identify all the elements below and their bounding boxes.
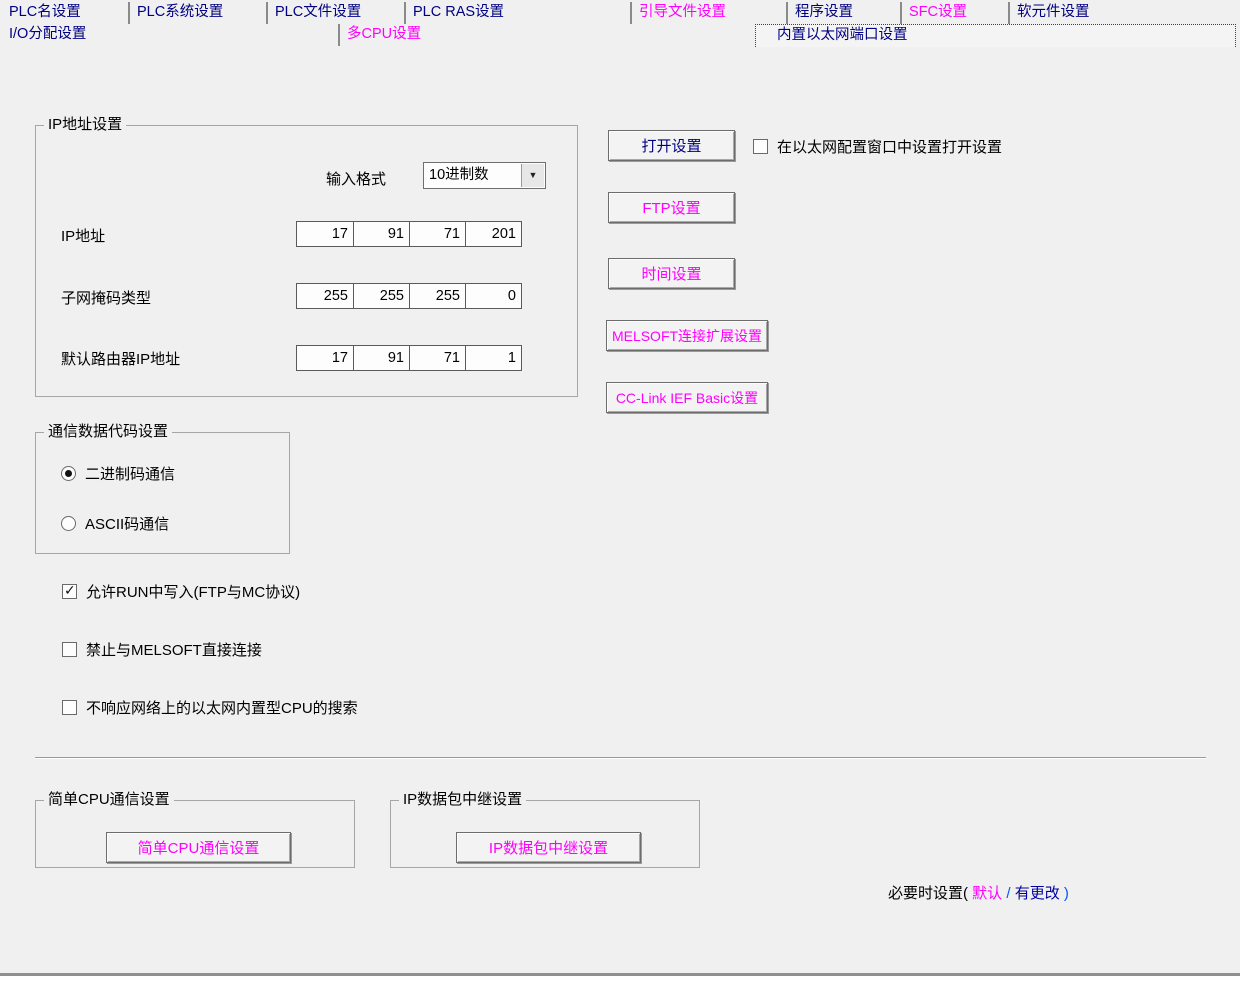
disable-melsoft-direct-label: 禁止与MELSOFT直接连接 [86, 639, 262, 660]
footer-suffix: ) [1064, 885, 1069, 902]
footer-changed-word: 有更改 [1015, 885, 1060, 902]
ip-packet-relay-group: IP数据包中继设置 IP数据包中继设置 [390, 800, 700, 868]
tab-row-2: I/O分配设置 多CPU设置 内置以太网端口设置 [4, 24, 1236, 46]
enable-run-write-label: 允许RUN中写入(FTP与MC协议) [86, 581, 300, 602]
simple-cpu-comm-title: 简单CPU通信设置 [44, 791, 174, 809]
simple-cpu-comm-button[interactable]: 简单CPU通信设置 [106, 832, 291, 863]
time-setting-button[interactable]: 时间设置 [608, 258, 735, 289]
checkbox-checked-icon[interactable] [62, 584, 77, 599]
tab-plc-file[interactable]: PLC文件设置 [266, 2, 404, 24]
subnet-mask-label: 子网掩码类型 [61, 287, 151, 308]
comm-data-code-title: 通信数据代码设置 [44, 423, 172, 441]
tab-sfc[interactable]: SFC设置 [900, 2, 1008, 24]
checkbox-icon[interactable] [62, 700, 77, 715]
subnet-mask-octet-3[interactable]: 255 [409, 284, 465, 308]
tab-plc-ras[interactable]: PLC RAS设置 [404, 2, 630, 24]
input-format-value: 10进制数 [429, 163, 489, 188]
ip-group-title: IP地址设置 [44, 116, 126, 134]
default-router-octet-3[interactable]: 71 [409, 346, 465, 370]
ethernet-config-window-label: 在以太网配置窗口中设置打开设置 [777, 136, 1002, 157]
ethernet-config-window-checkbox[interactable]: 在以太网配置窗口中设置打开设置 [753, 136, 1002, 157]
tab-multi-cpu[interactable]: 多CPU设置 [338, 24, 755, 46]
footer-slash-glyph: / [1006, 885, 1010, 902]
default-router-octet-4[interactable]: 1 [465, 346, 521, 370]
plc-parameter-dialog: PLC名设置 PLC系统设置 PLC文件设置 PLC RAS设置 引导文件设置 … [0, 0, 1240, 973]
melsoft-connection-button[interactable]: MELSOFT连接扩展设置 [606, 320, 768, 351]
subnet-mask-octet-2[interactable]: 255 [353, 284, 409, 308]
subnet-mask-field: 255 255 255 0 [296, 283, 522, 309]
ftp-setting-button[interactable]: FTP设置 [608, 192, 735, 223]
ip-address-settings-group: IP地址设置 输入格式 10进制数 ▼ IP地址 17 91 71 201 子网… [35, 125, 578, 397]
comm-data-code-group: 通信数据代码设置 二进制码通信 ASCII码通信 [35, 432, 290, 554]
checkbox-icon[interactable] [62, 642, 77, 657]
no-response-search-label: 不响应网络上的以太网内置型CPU的搜索 [86, 697, 358, 718]
ip-address-octet-4[interactable]: 201 [465, 222, 521, 246]
radio-selected-icon[interactable] [61, 466, 76, 481]
dialog-bottom-edge [0, 973, 1240, 976]
default-router-octet-2[interactable]: 91 [353, 346, 409, 370]
ip-address-octet-2[interactable]: 91 [353, 222, 409, 246]
tab-device[interactable]: 软元件设置 [1008, 2, 1236, 24]
input-format-label: 输入格式 [326, 168, 386, 189]
enable-run-write-checkbox[interactable]: 允许RUN中写入(FTP与MC协议) [62, 581, 300, 602]
chevron-down-icon[interactable]: ▼ [521, 164, 544, 187]
tab-plc-system[interactable]: PLC系统设置 [128, 2, 266, 24]
tab-program[interactable]: 程序设置 [786, 2, 900, 24]
subnet-mask-octet-1[interactable]: 255 [297, 284, 353, 308]
ip-address-field: 17 91 71 201 [296, 221, 522, 247]
footer-prefix: 必要时设置( [888, 885, 968, 902]
ip-address-octet-3[interactable]: 71 [409, 222, 465, 246]
default-router-octet-1[interactable]: 17 [297, 346, 353, 370]
ascii-comm-radio[interactable]: ASCII码通信 [61, 513, 169, 534]
disable-melsoft-direct-checkbox[interactable]: 禁止与MELSOFT直接连接 [62, 639, 262, 660]
footer-legend: 必要时设置( 默认 / 有更改 ) [888, 882, 1069, 903]
ip-packet-relay-button[interactable]: IP数据包中继设置 [456, 832, 641, 863]
binary-comm-radio[interactable]: 二进制码通信 [61, 463, 175, 484]
tab-builtin-ethernet-active[interactable]: 内置以太网端口设置 [755, 24, 1236, 47]
tab-io-assignment[interactable]: I/O分配设置 [4, 24, 338, 46]
default-router-field: 17 91 71 1 [296, 345, 522, 371]
cclink-ief-basic-button[interactable]: CC-Link IEF Basic设置 [606, 382, 768, 413]
default-router-label: 默认路由器IP地址 [61, 348, 180, 369]
open-setting-button[interactable]: 打开设置 [608, 130, 735, 161]
tab-boot-file[interactable]: 引导文件设置 [630, 2, 786, 24]
simple-cpu-comm-group: 简单CPU通信设置 简单CPU通信设置 [35, 800, 355, 868]
ascii-comm-label: ASCII码通信 [85, 513, 169, 534]
section-divider [35, 757, 1206, 759]
footer-default-word: 默认 [972, 885, 1002, 902]
input-format-select[interactable]: 10进制数 ▼ [423, 162, 546, 189]
checkbox-icon[interactable] [753, 139, 768, 154]
tab-plc-name[interactable]: PLC名设置 [4, 2, 128, 24]
no-response-search-checkbox[interactable]: 不响应网络上的以太网内置型CPU的搜索 [62, 697, 358, 718]
radio-icon[interactable] [61, 516, 76, 531]
ip-packet-relay-title: IP数据包中继设置 [399, 791, 526, 809]
binary-comm-label: 二进制码通信 [85, 463, 175, 484]
tab-row-1: PLC名设置 PLC系统设置 PLC文件设置 PLC RAS设置 引导文件设置 … [4, 2, 1236, 24]
subnet-mask-octet-4[interactable]: 0 [465, 284, 521, 308]
ip-address-octet-1[interactable]: 17 [297, 222, 353, 246]
ip-address-label: IP地址 [61, 225, 105, 246]
